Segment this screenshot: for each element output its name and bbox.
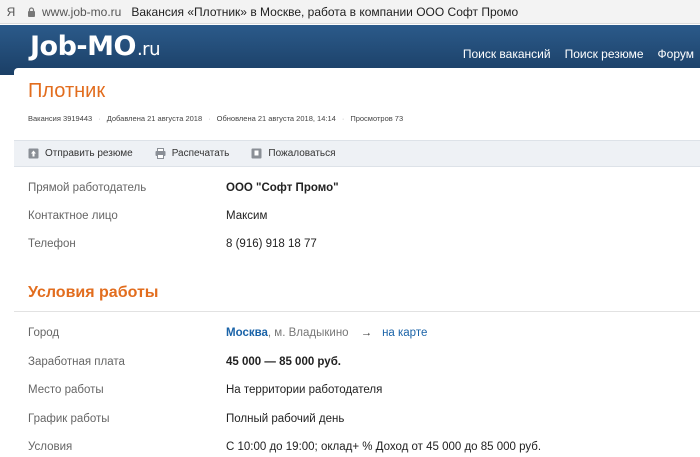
section-divider (14, 311, 700, 312)
conditions-title: Условия работы (28, 284, 159, 301)
nav-forum[interactable]: Форум (658, 47, 694, 61)
place-label: Место работы (28, 384, 104, 396)
contact-row: Контактное лицо Максим (28, 210, 688, 226)
map-link[interactable]: на карте (382, 327, 427, 339)
city-link[interactable]: Москва (226, 327, 268, 339)
url-text[interactable]: www.job-mo.ru (42, 5, 121, 19)
lock-icon[interactable] (22, 0, 40, 24)
schedule-value: Полный рабочий день (226, 413, 345, 425)
city-row: Город Москва, м. Владыкино → на карте (28, 327, 688, 343)
flag-icon (251, 148, 262, 159)
vacancy-added: Добавлена 21 августа 2018 (106, 114, 203, 123)
vacancy-id: Вакансия 3919443 (28, 114, 93, 123)
page-title-text: Вакансия «Плотник» в Москве, работа в ко… (131, 4, 519, 19)
send-resume-button[interactable]: Отправить резюме (28, 148, 133, 159)
salary-label: Заработная плата (28, 356, 125, 368)
meta-separator: · (341, 114, 345, 123)
salary-value: 45 000 — 85 000 руб. (226, 356, 341, 368)
site-logo[interactable]: Job-MO.ru (30, 31, 160, 62)
metro-text: , м. Владыкино (267, 327, 349, 339)
terms-row: Условия С 10:00 до 19:00; оклад+ % Доход… (28, 441, 688, 457)
yandex-button[interactable]: Я (0, 5, 22, 19)
upload-icon (28, 148, 39, 159)
schedule-label: График работы (28, 413, 110, 425)
print-button[interactable]: Распечатать (155, 148, 230, 159)
vacancy-title: Плотник (28, 80, 106, 102)
contact-label: Контактное лицо (28, 210, 118, 222)
arrow-right-icon: → (360, 327, 373, 339)
nav-vacancy-search[interactable]: Поиск вакансий (463, 47, 551, 61)
print-icon (155, 148, 166, 159)
meta-separator: · (98, 114, 101, 123)
main-nav: Поиск вакансий Поиск резюме Форум (463, 47, 694, 61)
phone-label: Телефон (28, 238, 76, 250)
place-row: Место работы На территории работодателя (28, 384, 688, 400)
phone-link[interactable]: 8 (916) 918 18 77 (226, 238, 317, 254)
contact-value: Максим (226, 210, 268, 222)
vacancy-meta: Вакансия 3919443 · Добавлена 21 августа … (28, 114, 403, 123)
browser-address-bar: Я www.job-mo.ru Вакансия «Плотник» в Мос… (0, 0, 700, 24)
city-label: Город (28, 327, 60, 339)
actions-bar: Отправить резюме Распечатать Пожаловатьс… (14, 140, 700, 167)
employer-link[interactable]: ООО "Софт Промо" (226, 182, 339, 198)
phone-row: Телефон 8 (916) 918 18 77 (28, 238, 688, 254)
terms-value: С 10:00 до 19:00; оклад+ % Доход от 45 0… (226, 441, 542, 453)
logo-main-text: Job-MO (30, 31, 136, 62)
terms-label: Условия (28, 441, 73, 453)
schedule-row: График работы Полный рабочий день (28, 413, 688, 429)
city-value-group: Москва, м. Владыкино → на карте (226, 327, 427, 343)
employer-row: Прямой работодатель ООО "Софт Промо" (28, 182, 688, 198)
nav-resume-search[interactable]: Поиск резюме (565, 47, 644, 61)
employer-label: Прямой работодатель (28, 182, 147, 194)
salary-row: Заработная плата 45 000 — 85 000 руб. (28, 356, 688, 372)
send-resume-label: Отправить резюме (45, 148, 133, 159)
vacancy-views: Просмотров 73 (350, 114, 404, 123)
print-label: Распечатать (171, 148, 230, 159)
complain-button[interactable]: Пожаловаться (251, 148, 336, 159)
vacancy-panel: Плотник Вакансия 3919443 · Добавлена 21 … (14, 68, 700, 457)
complain-label: Пожаловаться (268, 148, 336, 159)
meta-separator: · (208, 114, 211, 123)
place-value: На территории работодателя (226, 384, 383, 396)
vacancy-updated: Обновлена 21 августа 2018, 14:14 (216, 114, 336, 123)
logo-domain-text: .ru (136, 39, 161, 60)
